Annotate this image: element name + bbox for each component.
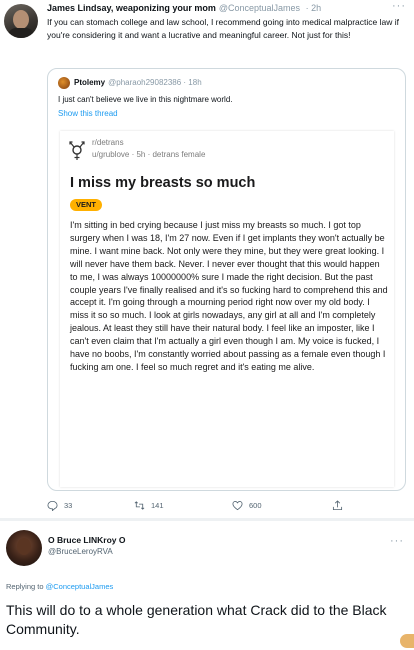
- reply-tweet: O Bruce LINKroy O @BruceLeroyRVA ··· Rep…: [0, 525, 414, 650]
- author-name[interactable]: James Lindsay, weaponizing your mom: [47, 3, 216, 13]
- replying-to-line: Replying to @ConceptualJames: [6, 582, 113, 591]
- retweet-icon: [134, 501, 145, 510]
- more-options-icon[interactable]: ···: [392, 0, 406, 12]
- quoted-tweet[interactable]: Ptolemy @pharaoh29082386 · 18h I just can…: [47, 68, 406, 491]
- quoted-author-line: Ptolemy @pharaoh29082386 · 18h: [74, 78, 202, 87]
- post-title: I miss my breasts so much: [70, 175, 256, 191]
- post-body: I'm sitting in bed crying because I just…: [70, 220, 388, 372]
- share-action[interactable]: [332, 500, 343, 511]
- divider: [0, 518, 414, 521]
- retweet-count: 141: [151, 501, 164, 510]
- avatar: [58, 77, 70, 89]
- share-icon: [332, 500, 343, 511]
- quoted-text: I just can't believe we live in this nig…: [58, 95, 233, 104]
- reply-action[interactable]: 33: [47, 500, 72, 511]
- subreddit-name: r/detrans: [92, 138, 124, 147]
- transgender-symbol-icon: [69, 141, 85, 160]
- tweet-author-line: James Lindsay, weaponizing your mom @Conc…: [47, 3, 321, 13]
- quoted-author-name: Ptolemy: [74, 78, 106, 87]
- reply-icon: [47, 500, 58, 511]
- reply-text: This will do to a whole generation what …: [6, 602, 387, 637]
- quoted-author-handle: @pharaoh29082386 · 18h: [108, 78, 202, 87]
- replying-to-label: Replying to: [6, 582, 44, 591]
- reply-author-name[interactable]: O Bruce LINKroy O: [48, 535, 125, 545]
- more-options-icon[interactable]: ···: [390, 535, 404, 547]
- reply-count: 33: [64, 501, 73, 510]
- show-thread-link[interactable]: Show this thread: [58, 109, 118, 118]
- tweet-action-bar: 33 141 600: [47, 500, 377, 514]
- like-action[interactable]: 600: [232, 500, 262, 511]
- retweet-action[interactable]: 141: [134, 500, 164, 511]
- tweet-text: If you can stomach college and law schoo…: [47, 17, 399, 40]
- author-handle[interactable]: @ConceptualJames: [219, 3, 300, 13]
- main-tweet: James Lindsay, weaponizing your mom @Conc…: [0, 0, 414, 516]
- flair-badge: VENT: [70, 199, 103, 211]
- reddit-user-line: u/grublove · 5h · detrans female: [92, 150, 206, 159]
- avatar[interactable]: [6, 530, 42, 566]
- heart-icon: [232, 501, 243, 511]
- reply-author-handle[interactable]: @BruceLeroyRVA: [48, 547, 113, 556]
- corner-badge-icon: [400, 634, 414, 648]
- like-count: 600: [249, 501, 262, 510]
- tweet-time[interactable]: · 2h: [306, 3, 322, 13]
- reddit-post-image: r/detrans u/grublove · 5h · detrans fema…: [60, 131, 394, 487]
- replying-to-mention[interactable]: @ConceptualJames: [46, 582, 114, 591]
- avatar[interactable]: [4, 4, 38, 38]
